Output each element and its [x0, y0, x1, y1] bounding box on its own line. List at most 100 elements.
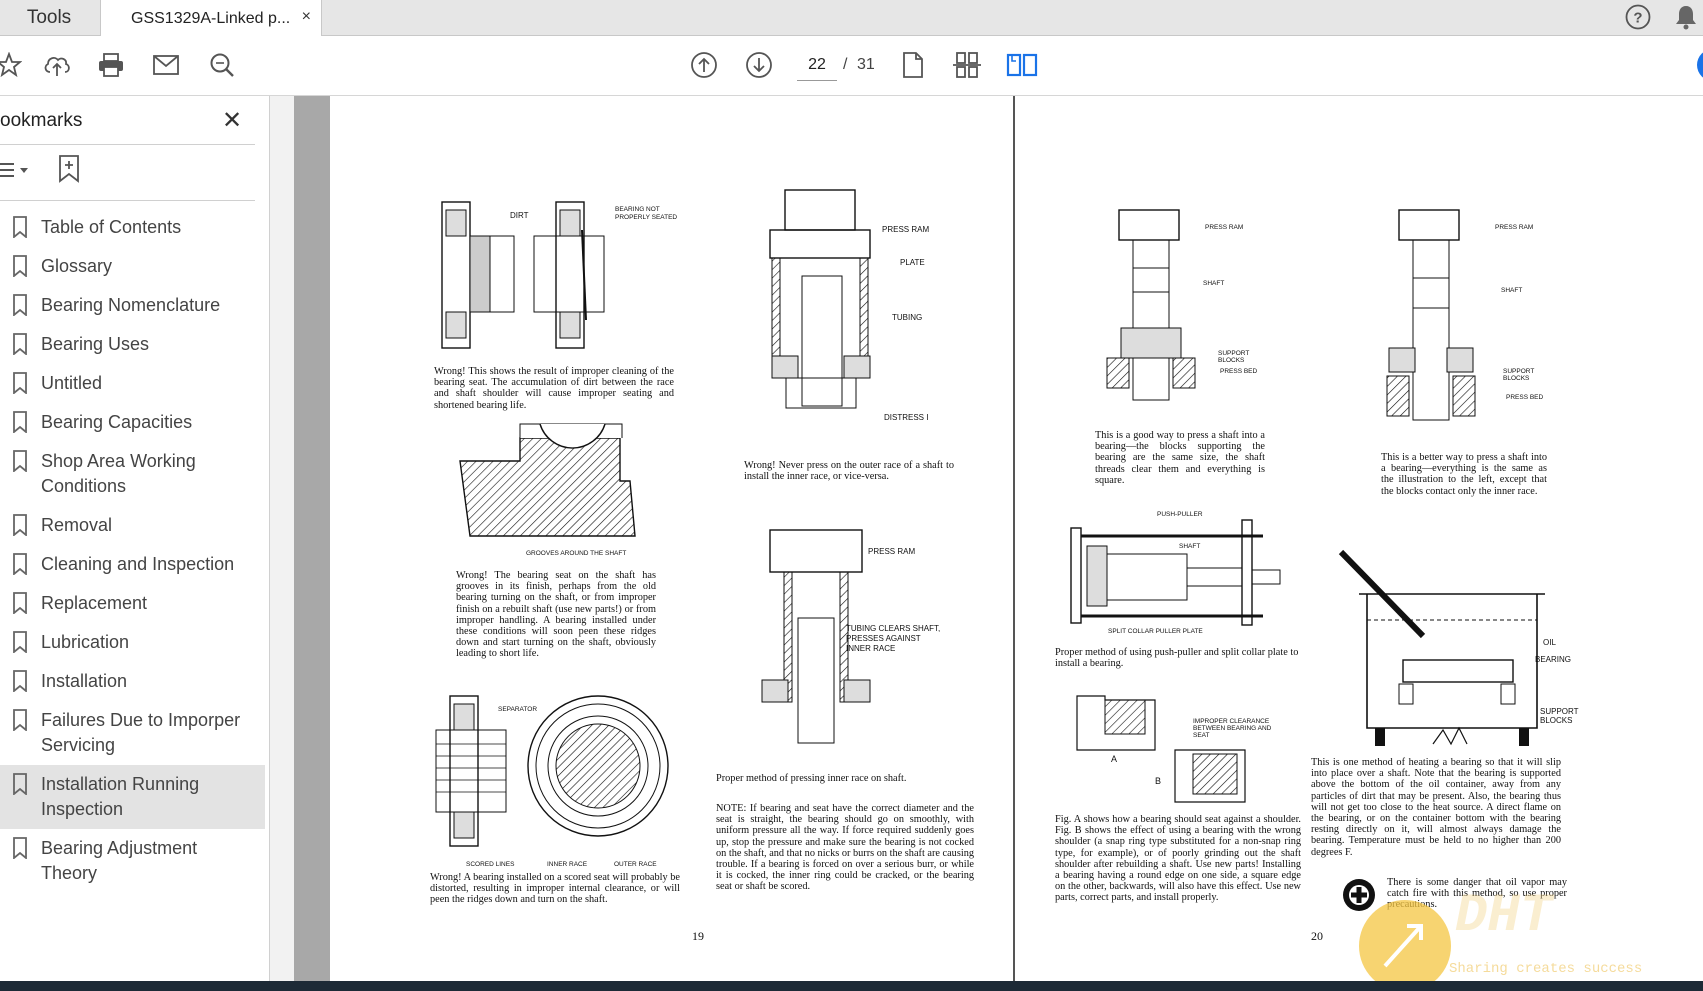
close-tab-icon[interactable]: ×: [302, 8, 311, 26]
bookmark-item[interactable]: Bearing Uses: [0, 325, 265, 364]
bookmark-item[interactable]: Untitled: [0, 364, 265, 403]
bookmark-icon: [13, 514, 27, 536]
bookmark-icon: [13, 553, 27, 575]
bookmark-label: Shop Area Working Conditions: [41, 451, 196, 496]
page-number-input[interactable]: 22: [797, 50, 837, 81]
watermark-brand: DHT: [1455, 886, 1553, 947]
caption-better-press: This is a better way to press a shaft in…: [1381, 452, 1547, 497]
label-shaft-r2: SHAFT: [1501, 287, 1523, 294]
bookmark-icon: [13, 773, 27, 795]
label-tubing-clears: TUBING CLEARS SHAFT, PRESSES AGAINST INN…: [846, 624, 941, 653]
bookmark-icon: [13, 255, 27, 277]
page-separator: /: [843, 56, 848, 73]
caption-fig-scored: Wrong! A bearing installed on a scored s…: [430, 872, 680, 906]
label-press-ram-r1: PRESS RAM: [1205, 224, 1244, 231]
caption-fig-dirt: Wrong! This shows the result of improper…: [434, 366, 674, 411]
label-press-ram-r2: PRESS RAM: [1495, 224, 1534, 231]
label-separator: SEPARATOR: [498, 706, 538, 713]
fit-page-icon[interactable]: [950, 48, 984, 82]
bookmark-label: Untitled: [41, 373, 103, 393]
bookmark-item[interactable]: Installation: [0, 662, 265, 701]
bookmark-item[interactable]: Bearing Nomenclature: [0, 286, 265, 325]
bookmark-icon: [13, 333, 27, 355]
bookmark-item[interactable]: Shop Area Working Conditions: [0, 442, 265, 506]
label-shaft-r3: SHAFT: [1179, 543, 1201, 550]
account-avatar-icon[interactable]: [1696, 48, 1703, 82]
options-menu-icon[interactable]: [0, 158, 34, 184]
figure-dirt-bearing: [441, 201, 605, 349]
label-split-collar: SPLIT COLLAR PULLER PLATE: [1108, 628, 1203, 635]
tab-bar: Tools GSS1329A-Linked p... × ?: [0, 0, 1703, 37]
bookmark-item[interactable]: Bearing Adjustment Theory: [0, 829, 265, 893]
svg-text:?: ?: [1633, 10, 1642, 27]
previous-page-icon[interactable]: [687, 48, 721, 82]
close-panel-icon[interactable]: ✕: [222, 106, 242, 135]
bookmark-item[interactable]: Removal: [0, 506, 265, 545]
label-bed-r1: PRESS BED: [1220, 368, 1258, 375]
label-blocks-r1: SUPPORT BLOCKS: [1218, 350, 1250, 364]
bookmark-icon: [13, 216, 27, 238]
zoom-search-icon[interactable]: [205, 48, 239, 82]
bookmark-item[interactable]: Installation Running Inspection: [0, 765, 265, 829]
tab-document-title: GSS1329A-Linked p...: [131, 9, 291, 27]
page-gutter: [294, 96, 330, 981]
label-plate: PLATE: [900, 258, 925, 267]
label-grooves: GROOVES AROUND THE SHAFT: [526, 550, 627, 557]
bookmark-item[interactable]: Cleaning and Inspection: [0, 545, 265, 584]
label-b: B: [1155, 776, 1162, 786]
label-distress: DISTRESS I: [884, 413, 929, 422]
label-shaft-r1: SHAFT: [1203, 280, 1225, 287]
bookmark-item[interactable]: Bearing Capacities: [0, 403, 265, 442]
panel-divider: [0, 144, 255, 145]
tab-document[interactable]: GSS1329A-Linked p... ×: [100, 0, 322, 37]
main-toolbar: 22 / 31: [0, 36, 1703, 96]
print-icon[interactable]: [94, 48, 128, 82]
add-bookmark-icon[interactable]: [56, 154, 82, 184]
label-tubing: TUBING: [892, 313, 923, 322]
caption-shoulder: Fig. A shows how a bearing should seat a…: [1055, 814, 1301, 904]
label-not-seated: BEARING NOT PROPERLY SEATED: [615, 206, 678, 221]
bookmark-icon: [13, 837, 27, 859]
single-page-view-icon[interactable]: [896, 48, 930, 82]
bookmark-label: Cleaning and Inspection: [41, 554, 235, 574]
cloud-upload-icon[interactable]: [40, 48, 74, 82]
label-blocks-r2: SUPPORT BLOCKS: [1503, 368, 1535, 382]
label-support-blocks: SUPPORT BLOCKS: [1540, 707, 1579, 725]
bookmark-item[interactable]: Glossary: [0, 247, 265, 286]
bookmark-label: Installation Running Inspection: [41, 774, 200, 819]
label-press-ram-2: PRESS RAM: [868, 547, 916, 556]
bookmark-icon: [13, 411, 27, 433]
label-inner-race: INNER RACE: [547, 861, 588, 868]
email-icon[interactable]: [149, 48, 183, 82]
two-page-view-icon[interactable]: [1005, 48, 1039, 82]
bookmark-icon: [13, 670, 27, 692]
label-push-puller: PUSH-PULLER: [1157, 511, 1203, 518]
bookmark-label: Bearing Nomenclature: [41, 295, 221, 315]
bookmark-item[interactable]: Lubrication: [0, 623, 265, 662]
notification-bell-icon[interactable]: [1672, 3, 1700, 31]
label-a: A: [1111, 754, 1118, 764]
figure-better-press: [1386, 209, 1476, 421]
label-scored-lines: SCORED LINES: [466, 861, 515, 868]
bookmark-item[interactable]: Replacement: [0, 584, 265, 623]
next-page-icon[interactable]: [742, 48, 776, 82]
bookmark-label: Replacement: [41, 593, 148, 613]
bookmark-icon: [13, 294, 27, 316]
bookmark-label: Bearing Adjustment Theory: [41, 838, 198, 883]
bookmark-label: Glossary: [41, 256, 113, 276]
label-bed-r2: PRESS BED: [1506, 394, 1544, 401]
figure-good-press: [1106, 209, 1196, 401]
help-icon[interactable]: ?: [1624, 3, 1652, 31]
bookmark-label: Installation: [41, 671, 128, 691]
bookmark-item[interactable]: Failures Due to Imporper Servicing: [0, 701, 265, 765]
caption-fig-outer-race: Wrong! Never press on the outer race of …: [744, 460, 954, 483]
star-icon[interactable]: [0, 48, 26, 82]
figure-oil-heating: [1338, 549, 1545, 746]
bookmark-label: Removal: [41, 515, 113, 535]
bookmark-list: Table of Contents Glossary Bearing Nomencl…: [0, 208, 265, 893]
os-taskbar: [0, 981, 1703, 991]
caption-oil-heating: This is one method of heating a bearing …: [1311, 757, 1561, 858]
tab-tools[interactable]: Tools: [0, 0, 98, 36]
bookmark-item[interactable]: Table of Contents: [0, 208, 265, 247]
page-total: 31: [857, 56, 875, 73]
